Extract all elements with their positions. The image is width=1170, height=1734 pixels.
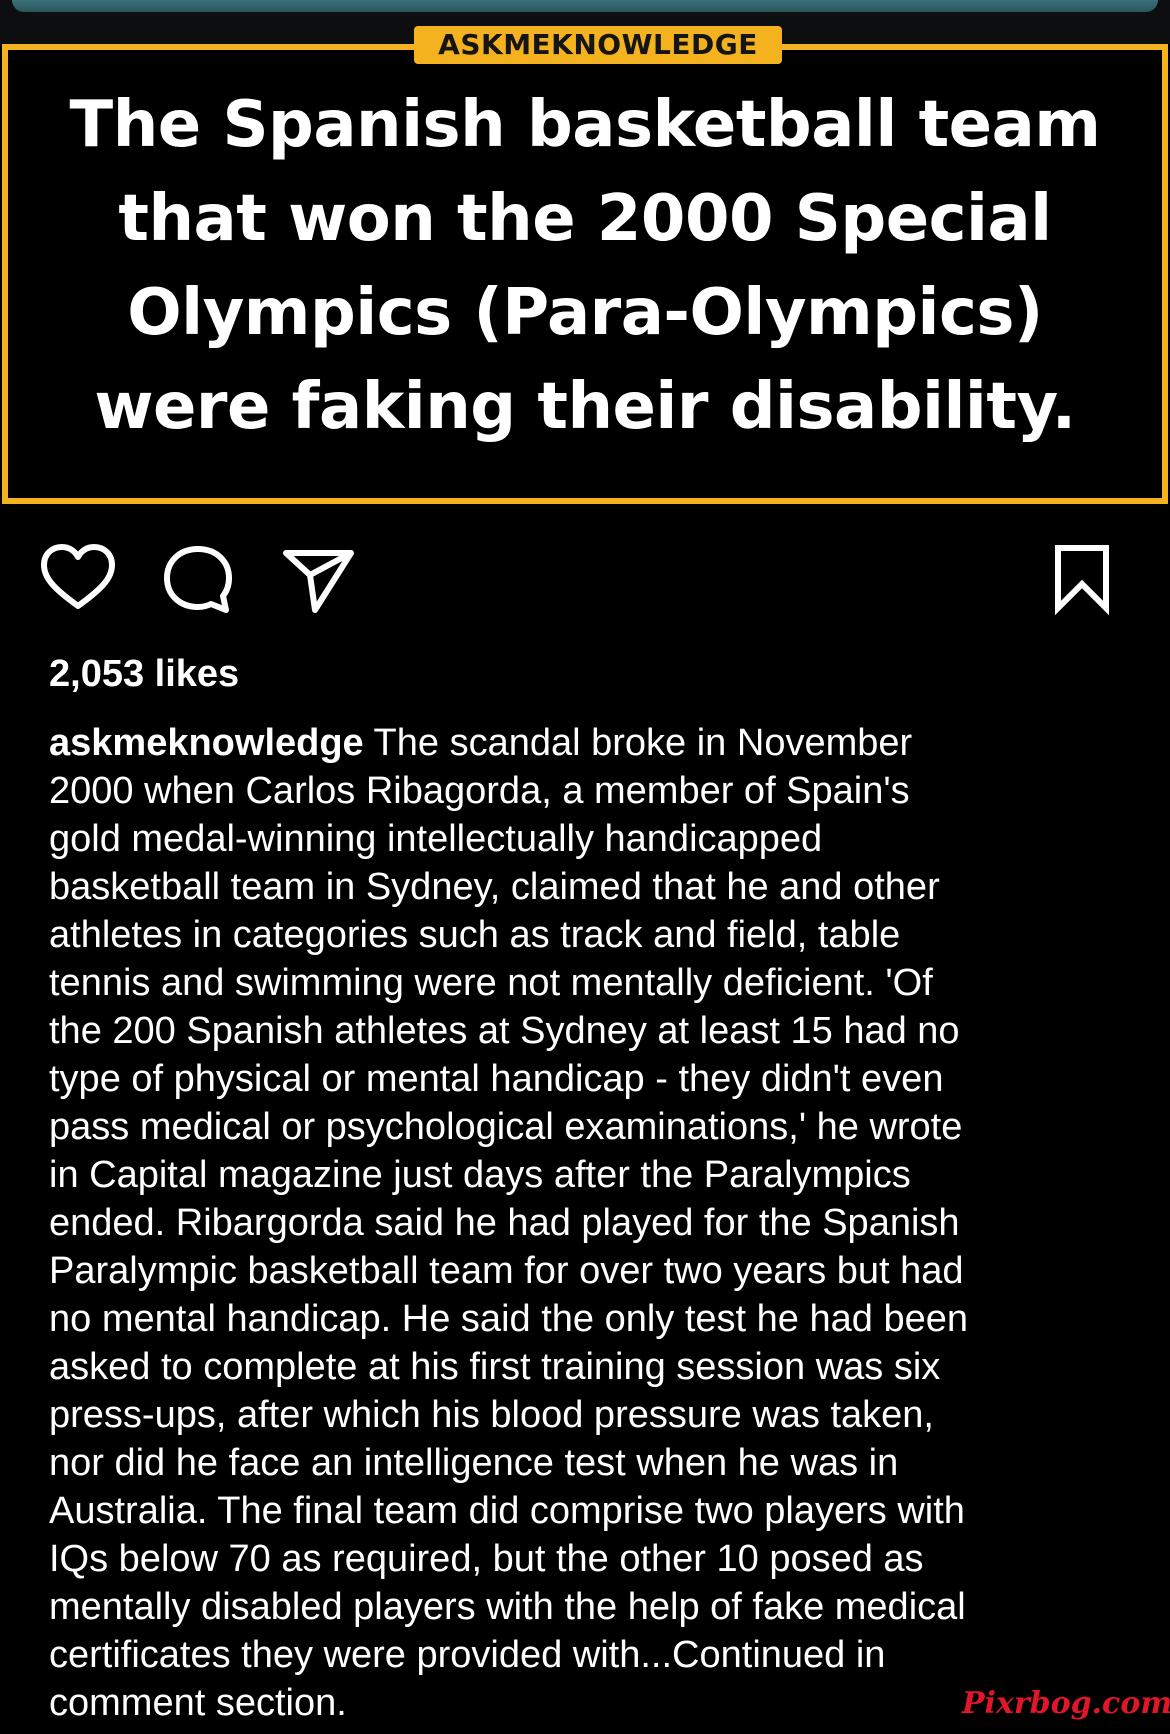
caption-line: type of physical or mental handicap - th… xyxy=(49,1058,944,1100)
caption-line: Australia. The final team did comprise t… xyxy=(49,1490,965,1532)
caption-line: in Capital magazine just days after the … xyxy=(49,1154,911,1196)
caption-line: certificates they were provided with...C… xyxy=(49,1634,886,1676)
caption-line: ended. Ribargorda said he had played for… xyxy=(49,1202,960,1244)
likes-count[interactable]: 2,053 likes xyxy=(49,650,239,698)
caption-line: athletes in categories such as track and… xyxy=(49,914,901,956)
caption-line: IQs below 70 as required, but the other … xyxy=(49,1538,924,1580)
caption-line: press-ups, after which his blood pressur… xyxy=(49,1394,934,1436)
quote-line: The Spanish basketball team xyxy=(69,88,1101,162)
caption: askmeknowledge The scandal broke in Nove… xyxy=(49,719,1149,1727)
caption-line: the 200 Spanish athletes at Sydney at le… xyxy=(49,1010,960,1052)
brand-badge: ASKMEKNOWLEDGE xyxy=(414,26,782,64)
bookmark-icon[interactable] xyxy=(1042,540,1122,620)
watermark: Pixrbog.com xyxy=(962,1686,1170,1721)
caption-line: pass medical or psychological examinatio… xyxy=(49,1106,963,1148)
quote-text: The Spanish basketball team that won the… xyxy=(20,78,1150,454)
post-image[interactable]: ASKMEKNOWLEDGE The Spanish basketball te… xyxy=(0,0,1170,510)
caption-line: mentally disabled players with the help … xyxy=(49,1586,966,1628)
quote-line: that won the 2000 Special xyxy=(118,182,1052,256)
caption-text: The scandal broke in November xyxy=(363,722,913,764)
image-top-card xyxy=(8,0,1162,16)
quote-line: Olympics (Para-Olympics) xyxy=(127,276,1043,350)
caption-line: basketball team in Sydney, claimed that … xyxy=(49,866,940,908)
caption-line: 2000 when Carlos Ribagorda, a member of … xyxy=(49,770,910,812)
caption-line: gold medal-winning intellectually handic… xyxy=(49,818,823,860)
paper-plane-icon[interactable] xyxy=(280,540,360,620)
speech-bubble-icon[interactable] xyxy=(158,540,238,620)
caption-line: tennis and swimming were not mentally de… xyxy=(49,962,933,1004)
quote-line: were faking their disability. xyxy=(94,370,1076,444)
caption-line: Paralympic basketball team for over two … xyxy=(49,1250,964,1292)
caption-line: nor did he face an intelligence test whe… xyxy=(49,1442,899,1484)
heart-outline-icon[interactable] xyxy=(38,540,118,620)
caption-line: askmeknowledge The scandal broke in Nove… xyxy=(49,719,1149,767)
caption-line: no mental handicap. He said the only tes… xyxy=(49,1298,968,1340)
action-bar xyxy=(0,540,1170,620)
caption-username[interactable]: askmeknowledge xyxy=(49,722,364,764)
caption-line: asked to complete at his first training … xyxy=(49,1346,941,1388)
